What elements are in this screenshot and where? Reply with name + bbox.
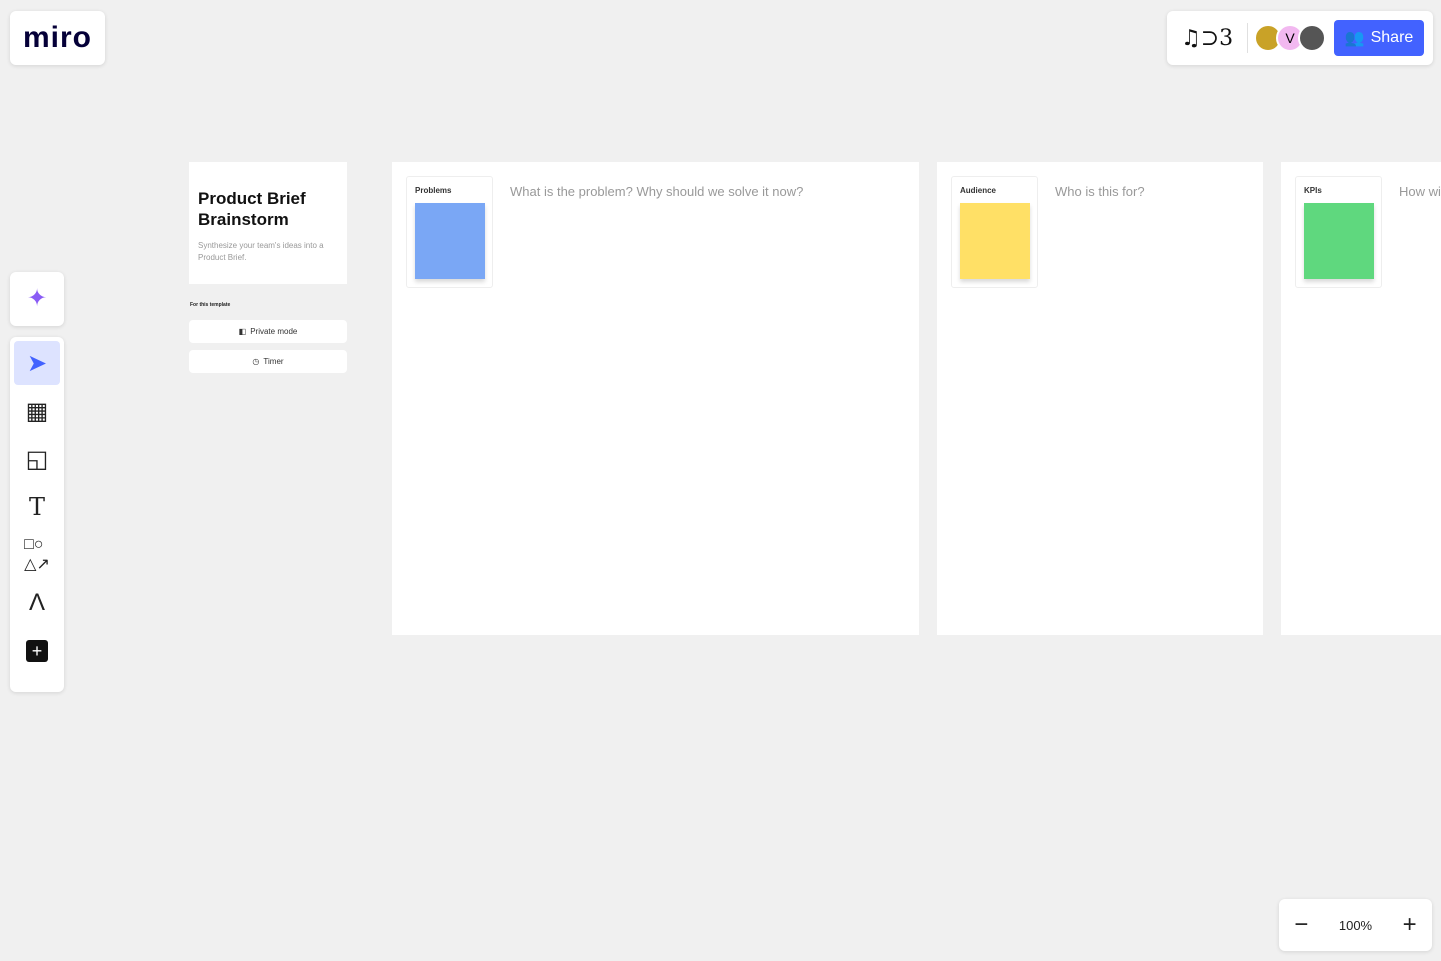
ai-toolbar: ✦ — [10, 272, 64, 326]
for-template-label: For this template — [190, 302, 230, 308]
zoom-level[interactable]: 100% — [1339, 918, 1372, 933]
zoom-in-button[interactable]: + — [1403, 911, 1417, 939]
share-button[interactable]: 👥Share — [1334, 20, 1424, 56]
frame-question: Who is this for? — [1055, 184, 1145, 199]
shapes-icon[interactable]: □○△↗ — [14, 533, 60, 577]
zoom-controls: − 100% + — [1279, 899, 1432, 951]
add-more-icon[interactable]: + — [14, 629, 60, 673]
frame-kpis[interactable]: KPIs How wi — [1281, 162, 1441, 635]
template-title: Product Brief Brainstorm — [198, 188, 338, 230]
sticky-note-yellow[interactable] — [960, 203, 1030, 279]
cursor-select-icon[interactable]: ➤ — [14, 341, 60, 385]
zoom-out-button[interactable]: − — [1294, 911, 1308, 939]
frame-audience[interactable]: Audience Who is this for? — [937, 162, 1263, 635]
divider — [1247, 23, 1248, 53]
private-mode-button[interactable]: ◧Private mode — [189, 320, 347, 343]
template-intro-card: Product Brief Brainstorm Synthesize your… — [189, 162, 347, 284]
text-icon[interactable]: T — [14, 485, 60, 529]
templates-icon[interactable]: ▦ — [14, 389, 60, 433]
template-subtitle: Synthesize your team's ideas into a Prod… — [198, 240, 338, 264]
top-right-bar: ♫⊃3 V 👥Share — [1167, 11, 1433, 65]
sticky-note-green[interactable] — [1304, 203, 1374, 279]
sticky-note-blue[interactable] — [415, 203, 485, 279]
private-mode-icon: ◧ — [239, 327, 247, 336]
board-brand-mark: ♫⊃3 — [1181, 26, 1241, 51]
avatar[interactable] — [1298, 24, 1326, 52]
main-toolbar: ➤ ▦ ◱ T □○△↗ Λ + — [10, 337, 64, 692]
timer-icon: ◷ — [252, 357, 259, 366]
frame-problems[interactable]: Problems What is the problem? Why should… — [392, 162, 919, 635]
sparkle-ai-icon[interactable]: ✦ — [14, 276, 60, 320]
users-icon: 👥 — [1345, 28, 1365, 48]
timer-button[interactable]: ◷Timer — [189, 350, 347, 373]
miro-logo[interactable]: miro — [10, 11, 105, 65]
sticky-note-icon[interactable]: ◱ — [14, 437, 60, 481]
frame-label-card: Problems — [406, 176, 493, 288]
pen-icon[interactable]: Λ — [14, 581, 60, 625]
frame-question: What is the problem? Why should we solve… — [510, 184, 803, 199]
frame-label-card: KPIs — [1295, 176, 1382, 288]
frame-question: How wi — [1399, 184, 1441, 199]
frame-label-card: Audience — [951, 176, 1038, 288]
